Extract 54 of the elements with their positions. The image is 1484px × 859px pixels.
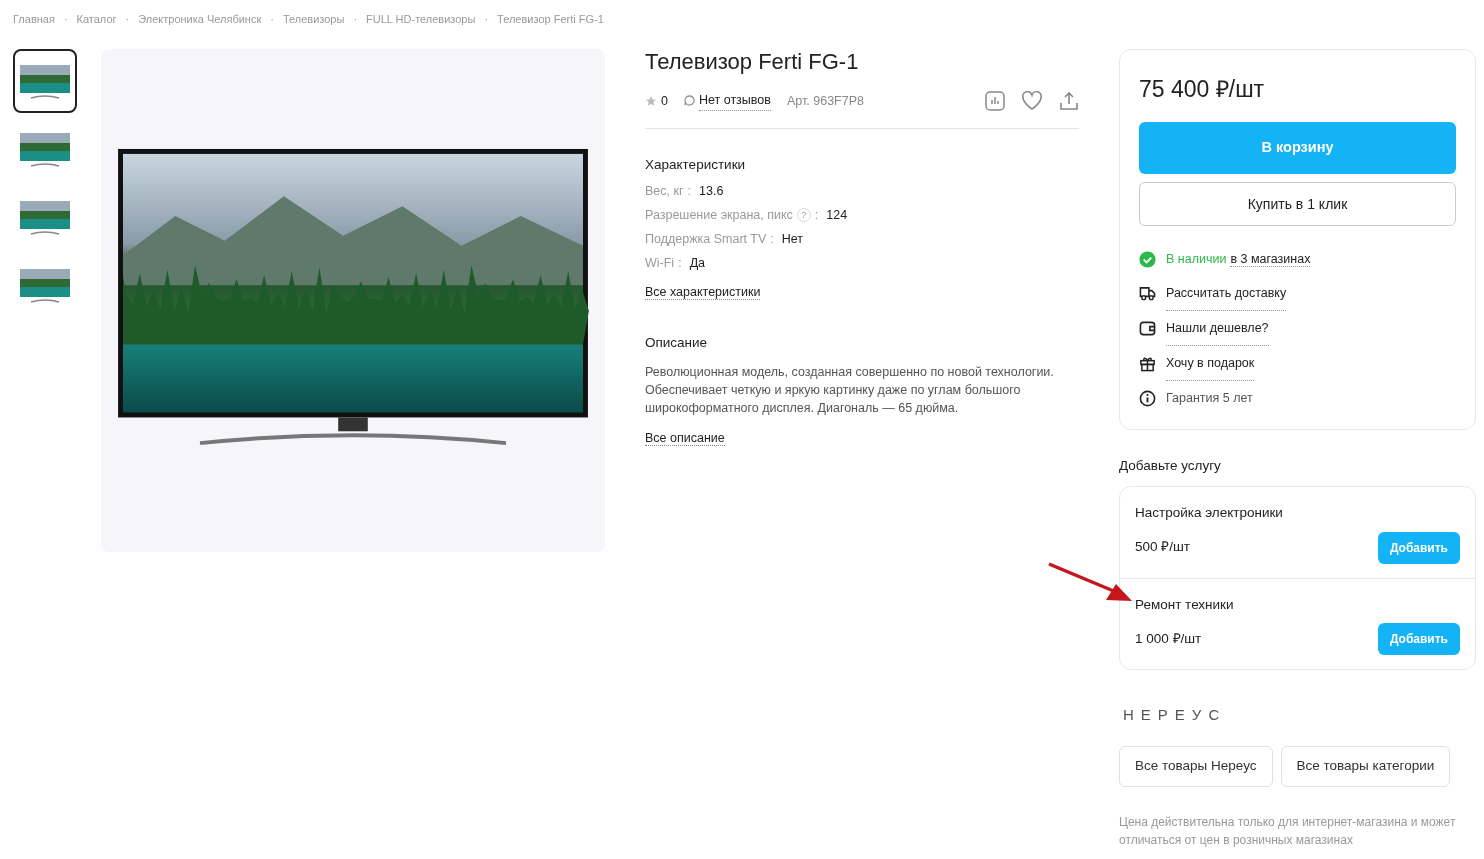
breadcrumb-separator: · [63,12,68,27]
feature-link[interactable]: Нашли дешевле? [1166,311,1269,346]
all-description-link[interactable]: Все описание [645,431,725,447]
feature-link[interactable]: Рассчитать доставку [1166,276,1287,311]
wallet-icon [1139,320,1156,337]
gift-icon [1139,355,1156,372]
service-name: Ремонт техники [1135,595,1235,614]
comment-icon [683,95,695,107]
stock-status: В наличии [1166,252,1227,266]
price: 75 400 ₽/шт [1139,74,1266,104]
star-icon [645,94,657,107]
spec-colon: : [678,255,682,273]
rating-value: 0 [661,92,668,110]
brand-logo: НЕРЕУС [1123,704,1228,725]
breadcrumb-separator: · [353,12,358,27]
spec-colon: : [770,231,774,249]
article-number: Арт. 963F7P8 [786,92,864,110]
warranty-text: Гарантия 5 лет [1166,390,1253,407]
spec-colon: : [687,183,691,201]
thumbnail[interactable] [13,48,77,113]
service-price: 1 000 ₽/шт [1135,629,1202,648]
price-note: Цена действительна только для интернет-магазина и может отличаться от цен в розничных магазинах [1119,813,1457,849]
spec-value: Да [689,255,706,273]
buy-one-click-button[interactable]: Купить в 1 клик [1139,182,1456,226]
service-name: Настройка электроники [1135,504,1284,523]
spec-colon: : [814,207,819,225]
breadcrumb-separator: · [270,12,274,27]
spec-label: Wi-Fi [645,255,675,273]
section-heading: Добавьте услугу [1119,457,1222,475]
chart-icon[interactable] [985,90,1005,111]
truck-icon [1139,285,1156,302]
service-price: 500 ₽/шт [1135,538,1191,557]
section-heading: Характеристики [645,155,747,174]
heart-icon[interactable] [1021,90,1043,111]
spec-value: 13.6 [699,183,724,201]
info-icon [1139,389,1156,407]
description-text: Революционная модель, созданная совершенно по новой технологии. Обеспечивает четкую и яркую картинку даже по углам большого широкоформатного дисплея. Диагональ — 65 дюйма. [645,364,1055,418]
spec-label: Поддержка Smart TV [645,231,767,249]
brand-link-button[interactable]: Все товары категории [1280,746,1451,787]
reviews-link[interactable]: Нет отзывов [698,91,771,111]
section-heading: Описание [645,334,709,353]
share-icon[interactable] [1059,90,1079,111]
stores-link[interactable]: в 3 магазинах [1230,252,1311,267]
breadcrumb-separator: · [484,12,489,27]
check-icon [1139,250,1156,268]
spec-label: Вес, кг [645,183,684,201]
spec-value: Нет [781,231,804,249]
breadcrumb-separator: · [125,12,130,27]
all-specs-link[interactable]: Все характеристики [645,285,761,301]
feature-link[interactable]: Хочу в подарок [1166,346,1255,381]
product-title: Телевизор Ferti FG-1 [645,48,860,75]
spec-label: Разрешение экрана, пикс [645,207,793,225]
brand-link-button[interactable]: Все товары Нереус [1119,746,1273,787]
spec-value: 124 [826,207,848,225]
